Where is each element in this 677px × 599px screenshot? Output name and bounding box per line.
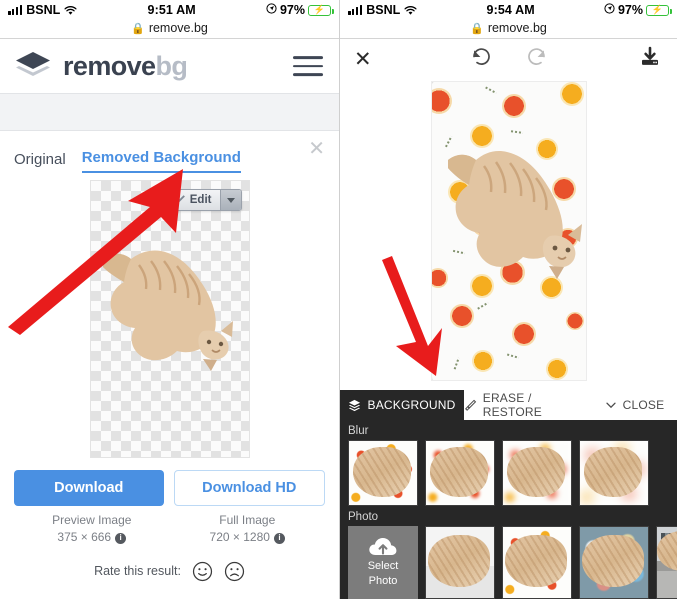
cat-subject-image (447, 150, 582, 279)
download-meta-row: Preview Image 375 × 666 i Full Image 720… (0, 506, 339, 547)
layers-icon (349, 399, 361, 411)
preview-image-title: Preview Image (52, 513, 132, 527)
blur-thumbnail-row (340, 440, 677, 506)
brush-icon (465, 399, 477, 411)
hamburger-menu-icon[interactable] (293, 56, 323, 76)
edit-button-main[interactable]: Edit (167, 190, 220, 210)
result-tabs: Original Removed Background ✕ (0, 131, 339, 173)
battery-charging-icon: ⚡ (646, 4, 672, 16)
info-icon[interactable]: i (115, 532, 127, 544)
blur-thumb-1[interactable] (425, 440, 495, 506)
download-button[interactable]: Download (14, 470, 164, 506)
right-status-bar: BSNL 9:54 AM 97% ⚡ (340, 0, 677, 18)
edit-button-label: Edit (189, 194, 212, 206)
undo-arrow-icon[interactable] (470, 47, 492, 72)
location-arrow-icon (604, 3, 615, 17)
lock-icon: 🔒 (470, 22, 484, 35)
signal-bars-icon (348, 5, 363, 15)
preview-area: Edit (0, 173, 339, 458)
download-icon[interactable] (639, 46, 661, 73)
brand-remove: remove (63, 50, 156, 81)
full-image-meta: Full Image 720 × 1280 i (170, 512, 326, 547)
clock-label: 9:51 AM (147, 3, 196, 17)
left-phone-panel: BSNL 9:51 AM 97% ⚡ 🔒 remove.bg removebg … (0, 0, 340, 599)
tab-background[interactable]: BACKGROUND (340, 390, 464, 420)
section-label-photo: Photo (348, 511, 379, 523)
select-photo-button[interactable]: Select Photo (348, 526, 418, 599)
editor-canvas (340, 79, 677, 381)
photo-thumb-citrus-dots[interactable] (502, 526, 572, 599)
photo-thumb-urban-street[interactable] (656, 526, 677, 599)
clock-label: 9:54 AM (486, 3, 535, 17)
download-hd-button[interactable]: Download HD (173, 470, 325, 506)
edited-photo[interactable] (430, 81, 587, 381)
full-image-title: Full Image (219, 513, 276, 527)
photo-thumb-studio-white[interactable] (425, 526, 495, 599)
signal-bars-icon (8, 5, 23, 15)
brush-icon (175, 195, 185, 205)
smiley-sad-icon[interactable] (224, 561, 245, 582)
lock-icon: 🔒 (131, 22, 145, 35)
brand-logo[interactable]: removebg (14, 50, 188, 82)
chevron-down-icon[interactable] (219, 190, 241, 210)
download-buttons-row: Download Download HD (0, 458, 339, 506)
battery-percent-label: 97% (279, 3, 305, 17)
edit-button[interactable]: Edit (166, 189, 242, 211)
brand-bg: bg (155, 50, 188, 81)
photo-thumb-bokeh[interactable] (579, 526, 649, 599)
preview-image-dims: 375 × 666 (57, 530, 112, 545)
select-photo-label-line2: Photo (368, 575, 398, 587)
wifi-icon (404, 5, 417, 15)
wifi-icon (64, 5, 77, 15)
removebg-site-header: removebg (0, 39, 339, 93)
right-phone-panel: BSNL 9:54 AM 97% ⚡ 🔒 remove.bg ✕ BACKGRO… (340, 0, 677, 599)
right-url-bar[interactable]: 🔒 remove.bg (340, 18, 677, 38)
close-x-icon[interactable]: ✕ (354, 49, 372, 70)
tab-close-label: CLOSE (622, 398, 665, 412)
select-photo-label-line1: Select (367, 560, 399, 573)
chevron-down-icon (606, 402, 616, 409)
editor-toolbar: ✕ (340, 39, 677, 79)
info-icon[interactable]: i (273, 532, 285, 544)
close-x-icon[interactable]: ✕ (308, 139, 325, 159)
photo-thumbnail-row: Select Photo (340, 526, 677, 599)
tab-erase-restore[interactable]: ERASE / RESTORE (464, 390, 592, 420)
battery-percent-label: 97% (617, 3, 643, 17)
tab-erase-restore-label: ERASE / RESTORE (482, 391, 542, 419)
location-arrow-icon (266, 3, 277, 17)
full-image-dims: 720 × 1280 (209, 530, 270, 545)
url-domain-label: remove.bg (148, 21, 208, 35)
blur-thumb-3[interactable] (579, 440, 649, 506)
cloud-upload-icon (369, 538, 397, 556)
cat-cutout-image (102, 250, 233, 371)
rate-result-row: Rate this result: (0, 547, 339, 582)
left-status-bar: BSNL 9:51 AM 97% ⚡ (0, 0, 339, 18)
tab-close-panel[interactable]: CLOSE (592, 390, 677, 420)
layers-logo-icon (14, 50, 52, 82)
smiley-happy-icon[interactable] (192, 561, 213, 582)
blur-thumb-2[interactable] (502, 440, 572, 506)
screenshot-root: BSNL 9:51 AM 97% ⚡ 🔒 remove.bg removebg … (0, 0, 677, 599)
carrier-label: BSNL (366, 3, 401, 17)
rate-label: Rate this result: (94, 564, 181, 579)
editor-tab-bar: BACKGROUND ERASE / RESTORE CLOSE (340, 390, 677, 420)
transparency-preview-card: Edit (89, 180, 250, 458)
blur-thumb-0[interactable] (348, 440, 418, 506)
tab-background-label: BACKGROUND (367, 398, 456, 412)
redo-arrow-icon[interactable] (526, 47, 548, 72)
url-domain-label: remove.bg (487, 21, 547, 35)
left-url-bar[interactable]: 🔒 remove.bg (0, 18, 339, 38)
preview-image-meta: Preview Image 375 × 666 i (14, 512, 170, 547)
tab-original[interactable]: Original (14, 151, 66, 173)
editor-bottom-panel: BACKGROUND ERASE / RESTORE CLOSE Blur Ph… (340, 390, 677, 599)
carrier-label: BSNL (26, 3, 61, 17)
section-label-blur: Blur (348, 425, 369, 437)
header-gray-band (0, 93, 339, 131)
tab-removed-background[interactable]: Removed Background (81, 149, 241, 173)
battery-charging-icon: ⚡ (308, 4, 334, 16)
brand-wordmark: removebg (63, 50, 188, 82)
